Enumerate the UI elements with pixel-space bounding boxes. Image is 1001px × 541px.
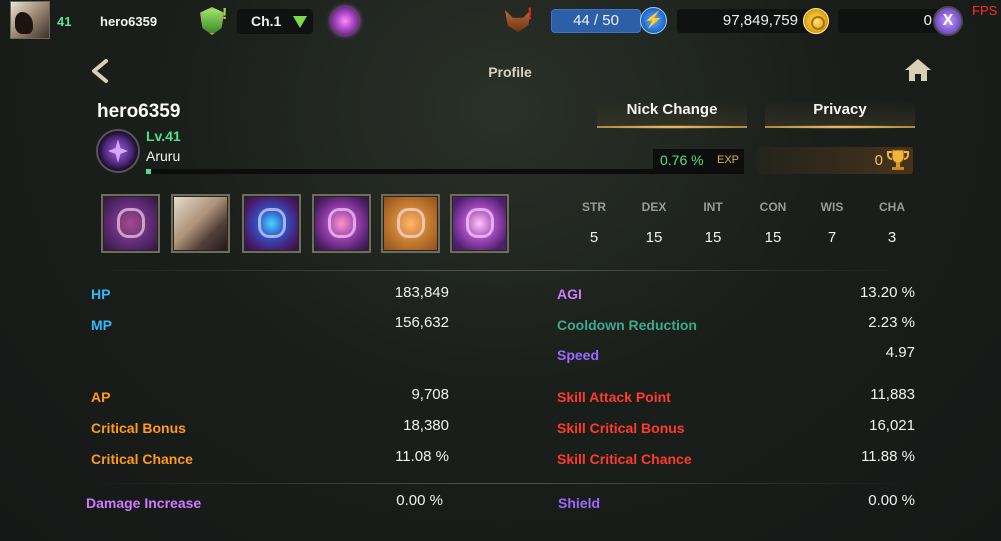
cooldown-label: Cooldown Reduction bbox=[557, 317, 697, 333]
skill-crit-chance-label: Skill Critical Chance bbox=[557, 451, 692, 467]
page-title: Profile bbox=[488, 64, 532, 80]
mp-value: 156,632 bbox=[394, 314, 449, 331]
premium-value: 0 bbox=[923, 12, 932, 29]
channel-label: Ch.1 bbox=[251, 13, 282, 29]
crit-chance-label: Critical Chance bbox=[91, 451, 193, 467]
profile-class: Aruru bbox=[146, 148, 181, 164]
stat-cha-label: CHA bbox=[879, 200, 905, 214]
shield-icon[interactable] bbox=[200, 7, 224, 35]
stat-int-label: INT bbox=[703, 200, 723, 214]
equip-slot-bracelet[interactable] bbox=[450, 194, 509, 253]
skill-ap-value: 11,883 bbox=[870, 386, 915, 403]
alert-icon: ! bbox=[527, 4, 533, 23]
damage-increase-value: 0.00 % bbox=[396, 492, 443, 509]
weapon-icon bbox=[117, 208, 145, 238]
trophy-count: 0 bbox=[874, 152, 883, 169]
stat-dex-value: 15 bbox=[645, 229, 663, 246]
mp-label: MP bbox=[91, 317, 112, 333]
necklace-icon bbox=[328, 208, 356, 238]
hp-value: 183,849 bbox=[394, 284, 449, 301]
top-player-name: hero6359 bbox=[100, 14, 158, 29]
class-icon bbox=[96, 129, 140, 173]
profile-level: Lv.41 bbox=[146, 128, 181, 144]
bracelet-icon bbox=[466, 208, 494, 238]
fps-label: FPS bbox=[972, 3, 998, 18]
equip-slot-earrings[interactable] bbox=[381, 194, 440, 253]
x-token-icon[interactable]: X bbox=[933, 6, 963, 36]
privacy-button[interactable]: Privacy bbox=[765, 100, 915, 129]
profile-name: hero6359 bbox=[97, 101, 181, 122]
crit-bonus-value: 18,380 bbox=[403, 417, 449, 434]
stat-con-label: CON bbox=[759, 200, 787, 214]
trophy-icon[interactable] bbox=[886, 148, 910, 172]
emblem-icon[interactable] bbox=[331, 7, 359, 35]
stat-wis-label: WIS bbox=[820, 200, 844, 214]
earrings-icon bbox=[397, 208, 425, 238]
coin-icon[interactable] bbox=[803, 8, 829, 34]
stat-int-value: 15 bbox=[704, 229, 722, 246]
exp-label: EXP bbox=[717, 154, 740, 166]
orb-icon bbox=[258, 208, 286, 238]
equip-slot-necklace[interactable] bbox=[312, 194, 371, 253]
chevron-down-icon[interactable] bbox=[293, 16, 307, 28]
divider bbox=[85, 270, 915, 271]
stat-str-label: STR bbox=[582, 200, 606, 214]
divider bbox=[85, 483, 915, 484]
home-icon[interactable] bbox=[904, 57, 932, 83]
equip-slot-orb[interactable] bbox=[242, 194, 301, 253]
speed-value: 4.97 bbox=[885, 344, 915, 361]
stamina-value: 44 / 50 bbox=[573, 12, 619, 29]
stat-cha-value: 3 bbox=[887, 229, 897, 246]
bolt-icon[interactable]: ⚡ bbox=[640, 7, 667, 34]
top-bar: 41 hero6359 ! Ch.1 ! 44 / 50 ⚡ 97,849,75… bbox=[0, 0, 1001, 42]
equip-slot-weapon[interactable] bbox=[101, 194, 160, 253]
crit-chance-value: 11.08 % bbox=[395, 448, 449, 465]
nick-change-button[interactable]: Nick Change bbox=[597, 100, 747, 129]
avatar[interactable] bbox=[10, 1, 50, 39]
cooldown-value: 2.23 % bbox=[868, 314, 915, 331]
exp-percent: 0.76 % bbox=[660, 152, 704, 168]
stat-str-value: 5 bbox=[589, 229, 599, 246]
ap-label: AP bbox=[91, 389, 111, 405]
crit-bonus-label: Critical Bonus bbox=[91, 420, 186, 436]
shield-label: Shield bbox=[558, 495, 601, 511]
hp-label: HP bbox=[91, 286, 111, 302]
alert-icon: ! bbox=[222, 6, 228, 23]
skill-ap-label: Skill Attack Point bbox=[557, 389, 671, 405]
equip-slot-costume[interactable] bbox=[171, 194, 230, 253]
agi-label: AGI bbox=[557, 286, 582, 302]
shield-value: 0.00 % bbox=[868, 492, 915, 509]
speed-label: Speed bbox=[557, 347, 600, 363]
exp-bar-fill bbox=[146, 169, 151, 174]
back-arrow-icon[interactable] bbox=[88, 58, 112, 84]
ap-value: 9,708 bbox=[411, 386, 449, 403]
agi-value: 13.20 % bbox=[859, 284, 915, 301]
skill-crit-chance-value: 11.88 % bbox=[861, 448, 915, 465]
stat-wis-value: 7 bbox=[827, 229, 837, 246]
stat-con-value: 15 bbox=[764, 229, 782, 246]
damage-increase-label: Damage Increase bbox=[86, 495, 202, 511]
stat-dex-label: DEX bbox=[641, 200, 667, 214]
gold-value: 97,849,759 bbox=[722, 12, 798, 29]
skill-crit-bonus-value: 16,021 bbox=[869, 417, 915, 434]
skill-crit-bonus-label: Skill Critical Bonus bbox=[557, 420, 685, 436]
top-level: 41 bbox=[57, 14, 72, 29]
